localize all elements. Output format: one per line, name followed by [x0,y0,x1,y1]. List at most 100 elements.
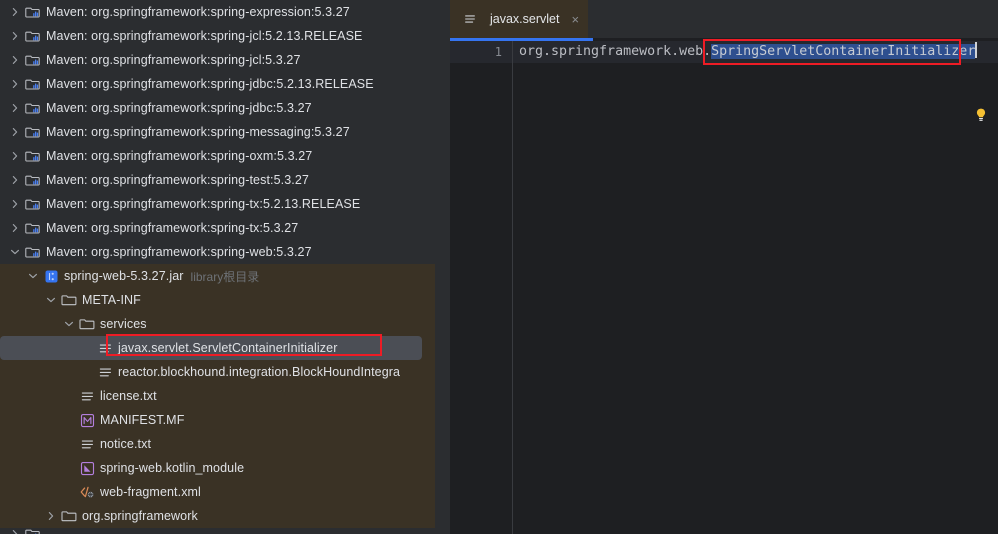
tree-row-label: Maven: org.springframework:spring-jdbc:5… [46,77,374,91]
tree-row[interactable]: org.springframework [0,504,435,528]
tree-row-label: Maven: org.springframework:spring-test:5… [46,173,309,187]
tree-row[interactable] [0,528,450,534]
tree-row[interactable]: META-INF [0,288,435,312]
active-tab-underline [450,38,593,41]
manifest-icon [79,412,95,428]
maven-library-icon [25,76,41,92]
folder-icon [79,316,95,332]
editor-area[interactable]: javax.servlet × 1 org.springframework.we… [450,0,998,534]
tree-row[interactable]: Maven: org.springframework:spring-web:5.… [0,240,450,264]
chevron-down-icon[interactable] [10,247,20,257]
tree-row[interactable]: reactor.blockhound.integration.BlockHoun… [0,360,435,384]
chevron-right-icon[interactable] [46,511,56,521]
text-file-icon [97,364,113,380]
tree-row-label: Maven: org.springframework:spring-jcl:5.… [46,29,363,43]
tree-row-label: spring-web-5.3.27.jar [64,269,184,283]
tree-row[interactable]: Maven: org.springframework:spring-oxm:5.… [0,144,450,168]
tree-row-label: META-INF [82,293,141,307]
maven-library-icon [25,52,41,68]
project-tool-window[interactable]: Maven: org.springframework:spring-expres… [0,0,450,534]
editor-tab-bar[interactable]: javax.servlet × [450,0,998,38]
folder-icon [61,508,77,524]
chevron-down-icon[interactable] [64,319,74,329]
tree-row[interactable]: Maven: org.springframework:spring-jcl:5.… [0,24,450,48]
tree-row-label: Maven: org.springframework:spring-tx:5.2… [46,197,361,211]
tree-row-label: reactor.blockhound.integration.BlockHoun… [118,365,401,379]
xml-icon [79,484,95,500]
tree-row[interactable]: services [0,312,435,336]
tree-row[interactable]: MANIFEST.MF [0,408,435,432]
chevron-right-icon[interactable] [10,79,20,89]
tree-row[interactable]: web-fragment.xml [0,480,435,504]
tree-row[interactable]: Maven: org.springframework:spring-jdbc:5… [0,96,450,120]
maven-library-icon [25,528,41,534]
project-tree[interactable]: Maven: org.springframework:spring-expres… [0,0,450,534]
editor-gutter[interactable]: 1 [450,38,513,534]
chevron-right-icon[interactable] [10,529,20,534]
maven-library-icon [25,220,41,236]
folder-icon [61,292,77,308]
chevron-right-icon[interactable] [10,7,20,17]
tree-row-label: Maven: org.springframework:spring-oxm:5.… [46,149,313,163]
chevron-right-icon[interactable] [10,103,20,113]
maven-library-icon [25,28,41,44]
chevron-right-icon[interactable] [10,31,20,41]
tree-row[interactable]: spring-web-5.3.27.jar library根目录 [0,264,435,288]
tree-row[interactable]: Maven: org.springframework:spring-expres… [0,0,450,24]
tree-row[interactable]: Maven: org.springframework:spring-jcl:5.… [0,48,450,72]
maven-library-icon [25,4,41,20]
tree-row-label: Maven: org.springframework:spring-web:5.… [46,245,312,259]
text-file-icon [462,11,478,27]
chevron-right-icon[interactable] [10,127,20,137]
tree-row-label: services [100,317,147,331]
line-number: 1 [494,45,502,59]
tree-row-label: Maven: org.springframework:spring-messag… [46,125,350,139]
tree-row[interactable]: Maven: org.springframework:spring-jdbc:5… [0,72,450,96]
text-file-icon [97,340,113,356]
chevron-right-icon[interactable] [10,151,20,161]
editor-tab-javax-servlet[interactable]: javax.servlet × [450,0,589,38]
maven-library-icon [25,124,41,140]
close-icon[interactable]: × [571,13,579,26]
chevron-down-icon[interactable] [46,295,56,305]
kotlin-icon [79,460,95,476]
tree-row-label: javax.servlet.ServletContainerInitialize… [118,341,338,355]
tree-row-label: org.springframework [82,509,198,523]
code-line-1[interactable]: org.springframework.web.SpringServletCon… [519,41,978,63]
tree-row-label: license.txt [100,389,157,403]
tree-row-label: spring-web.kotlin_module [100,461,245,475]
tree-row-sublabel: library根目录 [190,269,260,284]
tree-row-label: notice.txt [100,437,152,451]
tree-row[interactable]: Maven: org.springframework:spring-test:5… [0,168,450,192]
tree-row-label: Maven: org.springframework:spring-jdbc:5… [46,101,312,115]
maven-library-icon [25,244,41,260]
text-file-icon [79,388,95,404]
text-caret [975,42,978,58]
maven-library-icon [25,148,41,164]
tree-row[interactable]: notice.txt [0,432,435,456]
tree-row[interactable]: Maven: org.springframework:spring-messag… [0,120,450,144]
ide-window: Maven: org.springframework:spring-expres… [0,0,998,534]
tree-row-label: Maven: org.springframework:spring-expres… [46,5,350,19]
chevron-right-icon[interactable] [10,223,20,233]
tree-row-label: MANIFEST.MF [100,413,185,427]
tree-row-label: web-fragment.xml [100,485,201,499]
tree-row-label: Maven: org.springframework:spring-jcl:5.… [46,53,301,67]
tree-row[interactable]: license.txt [0,384,435,408]
chevron-down-icon[interactable] [28,271,38,281]
tree-row-label: Maven: org.springframework:spring-tx:5.3… [46,221,299,235]
jar-icon [43,268,59,284]
chevron-right-icon[interactable] [10,199,20,209]
text-file-icon [79,436,95,452]
chevron-right-icon[interactable] [10,55,20,65]
maven-library-icon [25,100,41,116]
tree-row[interactable]: Maven: org.springframework:spring-tx:5.3… [0,216,450,240]
gutter-line-highlight [450,41,512,63]
chevron-right-icon[interactable] [10,175,20,185]
lightbulb-icon[interactable] [973,107,989,123]
code-text-prefix: org.springframework.web. [519,44,712,59]
tree-row[interactable]: Maven: org.springframework:spring-tx:5.2… [0,192,450,216]
editor-body[interactable]: 1 org.springframework.web.SpringServletC… [450,38,998,534]
tree-row[interactable]: javax.servlet.ServletContainerInitialize… [0,336,435,360]
tree-row[interactable]: spring-web.kotlin_module [0,456,435,480]
